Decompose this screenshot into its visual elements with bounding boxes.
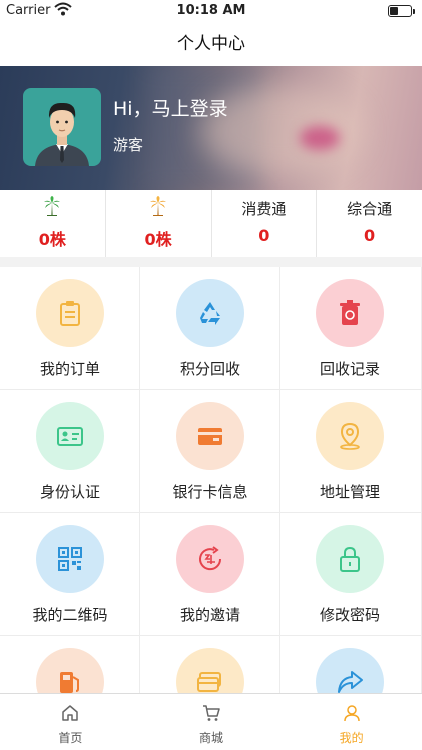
trash-bin-icon [340, 300, 360, 325]
icon-circle [36, 525, 104, 593]
tab-label: 商城 [199, 731, 224, 745]
clock-time: 10:18 AM [176, 3, 246, 18]
grid-item-address-management[interactable]: 地址管理 [280, 390, 422, 513]
stat-value: 0株 [38, 230, 66, 249]
tab-mall[interactable]: 商城 [141, 694, 282, 750]
grid-item-label: 回收记录 [319, 360, 380, 378]
invite-icon [199, 546, 222, 571]
bottom-tab-bar: 首页 商城 我的 [0, 693, 422, 750]
person-icon [343, 705, 360, 722]
icon-circle [176, 648, 244, 694]
icon-circle [316, 525, 384, 593]
icon-circle [316, 402, 384, 470]
share-arrow-icon [338, 671, 363, 693]
grid-item-label: 积分回收 [179, 360, 240, 378]
icon-circle [316, 648, 384, 694]
stat-general[interactable]: 综合通 0 [316, 190, 422, 257]
stat-label: 综合通 [347, 199, 393, 218]
avatar[interactable] [23, 88, 101, 166]
grid-item-share[interactable] [280, 636, 422, 694]
tab-label: 我的 [339, 731, 364, 745]
grid-item-fuel[interactable] [0, 636, 140, 694]
tab-mine[interactable]: 我的 [281, 694, 422, 750]
icon-circle [176, 525, 244, 593]
grid-item-my-orders[interactable]: 我的订单 [0, 267, 140, 390]
icon-circle [36, 648, 104, 694]
grid-item-label: 修改密码 [319, 606, 380, 624]
green-palm-tree-icon [43, 196, 61, 220]
grid-item-label: 我的邀请 [179, 606, 240, 624]
icon-circle [36, 279, 104, 347]
clipboard-icon [60, 301, 80, 326]
grid-item-my-qr-code[interactable]: 我的二维码 [0, 513, 140, 636]
grid-item-recycle-records[interactable]: 回收记录 [280, 267, 422, 390]
grid-item-my-invitation[interactable]: 我的邀请 [140, 513, 280, 636]
grid-item-label: 我的订单 [39, 360, 100, 378]
grid-item-label: 地址管理 [319, 483, 380, 501]
recycle-icon [200, 302, 220, 325]
home-icon [62, 705, 79, 721]
location-pin-icon [340, 422, 360, 450]
icon-circle [176, 279, 244, 347]
fuel-pump-icon [60, 672, 79, 693]
grid-item-points-recycle[interactable]: 积分回收 [140, 267, 280, 390]
icon-circle [316, 279, 384, 347]
battery-icon [388, 5, 415, 17]
grid-item-label: 我的二维码 [32, 606, 108, 624]
stat-value: 0 [364, 226, 376, 245]
stat-orange-trees[interactable]: 0株 [104, 190, 211, 257]
stats-row: 0株 0株 消费通 0 综合通 0 [0, 190, 422, 257]
id-card-icon [57, 427, 83, 446]
qr-code-icon [58, 547, 82, 571]
grid-item-bank-card[interactable]: 银行卡信息 [140, 390, 280, 513]
grid-item-identity-verification[interactable]: 身份认证 [0, 390, 140, 513]
icon-circle [176, 402, 244, 470]
grid-item-label: 银行卡信息 [172, 483, 248, 501]
page-title: 个人中心 [0, 22, 422, 66]
grid-item-cards[interactable] [140, 636, 280, 694]
stat-value: 0株 [144, 230, 172, 249]
profile-banner[interactable]: Hi，马上登录 游客 [0, 66, 422, 190]
shopping-cart-icon [203, 705, 220, 721]
icon-circle [36, 402, 104, 470]
tab-label: 首页 [58, 731, 83, 745]
login-prompt[interactable]: Hi，马上登录 [113, 94, 228, 121]
grid-item-label: 身份认证 [39, 483, 100, 501]
tab-home[interactable]: 首页 [0, 694, 141, 750]
grid-item-change-password[interactable]: 修改密码 [280, 513, 422, 636]
lock-icon [340, 546, 360, 572]
bank-card-icon [198, 428, 222, 445]
status-bar: Carrier 10:18 AM [0, 0, 422, 22]
user-role: 游客 [113, 136, 144, 154]
function-grid: 我的订单 积分回收 回收记录 身份认证 银行卡信息 地址管理 我的二维码 我的邀… [0, 267, 422, 694]
stat-label: 消费通 [241, 199, 287, 218]
stat-consumption[interactable]: 消费通 0 [210, 190, 317, 257]
stat-value: 0 [258, 226, 270, 245]
orange-palm-tree-icon [149, 196, 167, 220]
stat-green-trees[interactable]: 0株 [0, 190, 105, 257]
cards-icon [197, 672, 221, 692]
